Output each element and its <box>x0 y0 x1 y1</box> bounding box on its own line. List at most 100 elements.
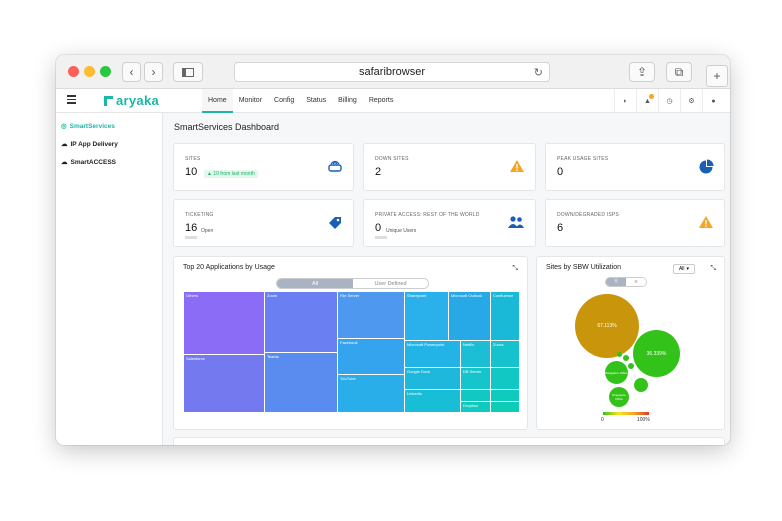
treemap-tile[interactable]: Teams <box>265 353 338 413</box>
treemap-tile[interactable]: DB Server <box>461 368 491 390</box>
treemap-tile[interactable]: Sharepoint <box>405 292 449 341</box>
aryaka-logo[interactable]: aryaka <box>104 93 159 108</box>
peak-usage-sites-card[interactable]: PEAK USAGE SITES 0 <box>545 143 725 191</box>
router-icon <box>328 160 342 172</box>
down-isps-label: DOWN/DEGRADED ISPS <box>557 212 619 218</box>
treemap-tile[interactable] <box>461 390 491 402</box>
cloud-icon: ☁ <box>61 141 68 148</box>
expand-icon[interactable]: ⤡ <box>512 265 518 273</box>
treemap-tile[interactable]: YouTube <box>338 375 405 413</box>
tabs-overview-button[interactable]: ⧉ <box>666 62 692 82</box>
ticketing-label: TICKETING <box>185 212 214 218</box>
treemap-tile[interactable]: Microsoft Powerpoint <box>405 341 461 368</box>
sidebar-item-smartaccess[interactable]: ☁ SmartACCESS <box>56 153 162 171</box>
treemap-tile[interactable]: Google Dock <box>405 368 461 390</box>
apps-treemap: Others Zoom File Server Sharepoint Micro… <box>184 292 520 413</box>
treemap-tile[interactable]: Netflix <box>461 341 491 368</box>
top-apps-title: Top 20 Applications by Usage <box>183 264 275 271</box>
legend-min: 0 <box>601 417 604 423</box>
private-access-card[interactable]: PRIVATE ACCESS: REST OF THE WORLD 0 Uniq… <box>363 199 536 247</box>
globe-icon[interactable]: ◐ <box>614 89 636 113</box>
users-icon <box>508 216 524 228</box>
bubble-small[interactable]: Singapore Office <box>609 387 629 407</box>
peak-usage-label: PEAK USAGE SITES <box>557 156 609 162</box>
user-icon[interactable]: ● <box>702 89 724 113</box>
treemap-tile[interactable]: Microsoft Outlook <box>449 292 491 341</box>
legend-max: 100% <box>637 417 650 423</box>
sites-card[interactable]: SITES 10 ▲ 10 from last month <box>173 143 354 191</box>
ticketing-card[interactable]: TICKETING 16 Open <box>173 199 354 247</box>
back-button[interactable]: ‹ <box>122 62 141 82</box>
tab-config[interactable]: Config <box>268 89 300 113</box>
sidebar-item-label: SmartServices <box>69 122 115 130</box>
down-isps-value: 6 <box>557 222 564 234</box>
sbw-utilization-panel: Sites by SBW Utilization All ▾ ⤡ ⠿ ≡ 67.… <box>536 256 725 430</box>
toggle-user-defined[interactable]: User Defined <box>353 279 428 288</box>
menu-icon[interactable] <box>67 95 76 104</box>
main-nav-tabs: Home Monitor Config Status Billing Repor… <box>202 89 399 113</box>
down-sites-label: DOWN SITES <box>375 156 409 162</box>
bubble-view-icon[interactable]: ⠿ <box>606 278 626 286</box>
down-isps-card[interactable]: DOWN/DEGRADED ISPS 6 <box>545 199 725 247</box>
treemap-tile[interactable] <box>491 402 520 413</box>
toggle-all[interactable]: All <box>277 279 353 288</box>
treemap-tile[interactable]: Facebook <box>338 339 405 375</box>
treemap-tile[interactable]: Others <box>184 292 265 355</box>
logo-text: aryaka <box>116 93 160 108</box>
gear-icon[interactable]: ⚙ <box>680 89 702 113</box>
browser-titlebar: ‹ › safaribrowser ↻ ⇪ ⧉ + <box>56 55 730 89</box>
nav-icon-group: ◐ ▲ ◷ ⚙ ● <box>614 89 724 113</box>
tab-reports[interactable]: Reports <box>363 89 400 113</box>
tab-monitor[interactable]: Monitor <box>233 89 268 113</box>
tab-status[interactable]: Status <box>300 89 332 113</box>
top-apps-panel: Top 20 Applications by Usage ⤡ All User … <box>173 256 528 430</box>
treemap-tile[interactable]: Zuora <box>491 341 520 368</box>
sbw-filter-select[interactable]: All ▾ <box>673 264 695 274</box>
reload-icon[interactable]: ↻ <box>534 66 543 79</box>
treemap-tile[interactable]: LinkedIn <box>405 390 461 413</box>
treemap-tile[interactable] <box>491 368 520 390</box>
tab-home[interactable]: Home <box>202 89 233 113</box>
expand-icon[interactable]: ⤡ <box>710 265 716 273</box>
down-sites-card[interactable]: DOWN SITES 2 <box>363 143 536 191</box>
minimize-window-button[interactable] <box>84 66 95 77</box>
sidebar-toggle-button[interactable] <box>173 62 203 82</box>
url-text: safaribrowser <box>358 66 426 78</box>
clock-icon[interactable]: ◷ <box>658 89 680 113</box>
bubble-tiny[interactable] <box>617 352 622 357</box>
sidebar-icon <box>182 67 194 77</box>
forward-button[interactable]: › <box>144 62 163 82</box>
ticketing-progress <box>185 236 197 239</box>
tab-billing[interactable]: Billing <box>332 89 363 113</box>
list-view-icon[interactable]: ≡ <box>626 278 646 286</box>
treemap-tile[interactable]: Dropbox <box>461 402 491 413</box>
sidebar-item-ip-app-delivery[interactable]: ☁ IP App Delivery <box>56 135 162 153</box>
new-tab-button[interactable]: + <box>706 65 728 87</box>
apps-toggle: All User Defined <box>276 278 429 289</box>
warning-icon <box>510 160 524 172</box>
bubble-medium[interactable]: 36.339% <box>633 330 680 377</box>
cloud-lock-icon: ☁ <box>61 159 68 166</box>
sidebar-item-smartservices[interactable]: ◎ SmartServices <box>56 117 162 135</box>
filter-value: All <box>678 266 685 272</box>
browser-window: ‹ › safaribrowser ↻ ⇪ ⧉ + aryaka Home Mo… <box>56 55 730 445</box>
bubble-small[interactable] <box>634 378 648 392</box>
treemap-tile[interactable] <box>491 390 520 402</box>
treemap-tile[interactable]: Salesforce <box>184 355 265 413</box>
bell-icon[interactable]: ▲ <box>636 89 658 113</box>
bubble-tiny[interactable] <box>623 355 629 361</box>
treemap-tile[interactable]: File Server <box>338 292 405 339</box>
bubble-large[interactable]: 67.113% <box>575 294 639 358</box>
zoom-window-button[interactable] <box>100 66 111 77</box>
treemap-tile[interactable]: Confluence <box>491 292 520 341</box>
share-button[interactable]: ⇪ <box>629 62 655 82</box>
address-bar[interactable]: safaribrowser ↻ <box>234 62 550 82</box>
treemap-tile[interactable]: Zoom <box>265 292 338 353</box>
private-access-sub: Unique Users <box>386 228 417 234</box>
sites-trend-badge: ▲ 10 from last month <box>204 170 258 178</box>
sites-value: 10 <box>185 166 198 178</box>
close-window-button[interactable] <box>68 66 79 77</box>
bubble-small[interactable]: Bangalore Office <box>605 361 628 384</box>
dashboard-main: SmartServices Dashboard SITES 10 ▲ 10 fr… <box>163 113 730 445</box>
bubble-tiny[interactable] <box>628 363 634 369</box>
